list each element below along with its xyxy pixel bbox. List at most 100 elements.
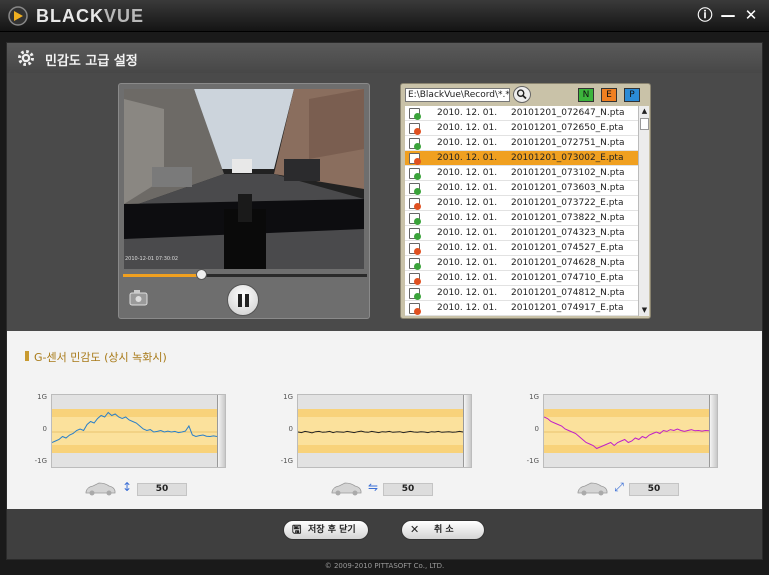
file-row[interactable]: 2010. 12. 01. 20101201_074812_N.pta xyxy=(405,286,638,301)
blackvue-logo-icon xyxy=(8,6,28,26)
gsensor-chart-horizontal: 1G 0 -1G xyxy=(273,393,473,469)
y-tick-label: 0 xyxy=(42,425,47,433)
filter-parking-button[interactable]: P xyxy=(624,88,640,102)
file-name: 20101201_074323_N.pta xyxy=(511,228,625,238)
filter-normal-button[interactable]: N xyxy=(578,88,594,102)
event-file-icon xyxy=(409,303,421,315)
file-date: 2010. 12. 01. xyxy=(437,303,498,313)
save-close-button[interactable]: 🖫 저장 후 닫기 xyxy=(283,520,369,540)
signal-svg xyxy=(544,416,717,450)
event-file-icon xyxy=(409,123,421,135)
sensitivity-control-vertical: ↕ 50 xyxy=(83,480,243,499)
file-browser: E:\BlackVue\Record\*.* N E P 2010. 12. 0… xyxy=(400,83,651,319)
video-player: 2010-12-01 07:30:02 xyxy=(118,83,370,319)
file-name: 20101201_072647_N.pta xyxy=(511,108,625,118)
file-name: 20101201_074812_N.pta xyxy=(511,288,625,298)
seek-bar[interactable] xyxy=(123,269,367,280)
normal-file-icon xyxy=(409,168,421,180)
file-row[interactable]: 2010. 12. 01. 20101201_073002_E.pta xyxy=(405,151,638,166)
action-bar: 🖫 저장 후 닫기 ✕ 취 소 xyxy=(7,509,762,559)
threshold-handle[interactable] xyxy=(709,395,717,467)
file-row[interactable]: 2010. 12. 01. 20101201_072650_E.pta xyxy=(405,121,638,136)
cancel-button[interactable]: ✕ 취 소 xyxy=(401,520,485,540)
file-list-scrollbar[interactable]: ▲ ▼ xyxy=(638,106,649,316)
y-tick-label: 0 xyxy=(288,425,293,433)
threshold-handle[interactable] xyxy=(217,395,225,467)
file-row[interactable]: 2010. 12. 01. 20101201_072751_N.pta xyxy=(405,136,638,151)
y-tick-label: 1G xyxy=(283,393,293,401)
file-name: 20101201_074917_E.pta xyxy=(511,303,624,313)
file-row[interactable]: 2010. 12. 01. 20101201_072647_N.pta xyxy=(405,106,638,121)
event-file-icon xyxy=(409,198,421,210)
car-icon xyxy=(577,482,608,496)
file-row[interactable]: 2010. 12. 01. 20101201_074917_E.pta xyxy=(405,301,638,316)
cancel-icon: ✕ xyxy=(410,523,420,536)
file-date: 2010. 12. 01. xyxy=(437,168,498,178)
gear-icon xyxy=(18,50,34,66)
y-tick-label: 1G xyxy=(529,393,539,401)
file-row[interactable]: 2010. 12. 01. 20101201_073822_N.pta xyxy=(405,211,638,226)
file-name: 20101201_073603_N.pta xyxy=(511,183,625,193)
file-name: 20101201_073722_E.pta xyxy=(511,198,624,208)
close-icon[interactable]: ✕ xyxy=(743,7,759,23)
file-row[interactable]: 2010. 12. 01. 20101201_074323_N.pta xyxy=(405,226,638,241)
sensitivity-value[interactable]: 50 xyxy=(629,483,679,496)
scroll-down-icon[interactable]: ▼ xyxy=(639,305,650,316)
gsensor-chart-vertical: 1G 0 -1G xyxy=(27,393,227,469)
file-row[interactable]: 2010. 12. 01. 20101201_073603_N.pta xyxy=(405,181,638,196)
search-icon[interactable] xyxy=(513,86,531,103)
file-row[interactable]: 2010. 12. 01. 20101201_074628_N.pta xyxy=(405,256,638,271)
file-name: 20101201_074527_E.pta xyxy=(511,243,624,253)
info-icon[interactable]: ⓘ xyxy=(697,7,713,23)
scroll-thumb[interactable] xyxy=(640,118,649,130)
section-header: 민감도 고급 설정 xyxy=(7,43,762,73)
file-row[interactable]: 2010. 12. 01. 20101201_074710_E.pta xyxy=(405,271,638,286)
signal-line xyxy=(52,411,218,443)
normal-file-icon xyxy=(409,183,421,195)
pause-button[interactable] xyxy=(227,284,259,316)
brand-logo-text: BLACKVUE xyxy=(36,6,145,26)
file-date: 2010. 12. 01. xyxy=(437,183,498,193)
y-tick-label: -1G xyxy=(34,457,47,465)
signal-svg xyxy=(52,411,225,443)
gsensor-section: G-센서 민감도 (상시 녹화시) 1G 0 -1G ↕ 50 1G 0 -1G ⇋ 50 1G 0 -… xyxy=(7,331,762,509)
snapshot-icon[interactable] xyxy=(129,289,149,307)
file-date: 2010. 12. 01. xyxy=(437,198,498,208)
chart-plot xyxy=(51,394,226,468)
video-frame[interactable] xyxy=(124,89,364,269)
threshold-handle[interactable] xyxy=(463,395,471,467)
y-tick-label: 1G xyxy=(37,393,47,401)
file-name: 20101201_074628_N.pta xyxy=(511,258,625,268)
file-row[interactable]: 2010. 12. 01. 20101201_073722_E.pta xyxy=(405,196,638,211)
title-bar: BLACKVUE ⓘ — ✕ xyxy=(0,0,769,32)
sensitivity-control-diagonal: ⤢ 50 xyxy=(575,480,735,499)
minimize-icon[interactable]: — xyxy=(720,7,736,23)
filter-event-button[interactable]: E xyxy=(601,88,617,102)
sensitivity-value[interactable]: 50 xyxy=(137,483,187,496)
axis-vertical-icon: ↕ xyxy=(121,480,133,494)
file-date: 2010. 12. 01. xyxy=(437,153,498,163)
y-tick-label: -1G xyxy=(526,457,539,465)
file-date: 2010. 12. 01. xyxy=(437,273,498,283)
file-date: 2010. 12. 01. xyxy=(437,123,498,133)
file-name: 20101201_073102_N.pta xyxy=(511,168,625,178)
file-row[interactable]: 2010. 12. 01. 20101201_073102_N.pta xyxy=(405,166,638,181)
event-file-icon xyxy=(409,243,421,255)
seek-handle[interactable] xyxy=(196,269,208,280)
file-row[interactable]: 2010. 12. 01. 20101201_074527_E.pta xyxy=(405,241,638,256)
path-input[interactable]: E:\BlackVue\Record\*.* xyxy=(405,88,510,102)
y-tick-label: 0 xyxy=(534,425,539,433)
file-date: 2010. 12. 01. xyxy=(437,213,498,223)
save-icon: 🖫 xyxy=(292,523,302,536)
sensitivity-value[interactable]: 50 xyxy=(383,483,433,496)
normal-file-icon xyxy=(409,213,421,225)
file-date: 2010. 12. 01. xyxy=(437,138,498,148)
file-name: 20101201_074710_E.pta xyxy=(511,273,624,283)
file-date: 2010. 12. 01. xyxy=(437,108,498,118)
axis-horizontal-icon: ⇋ xyxy=(367,480,379,494)
event-file-icon xyxy=(409,273,421,285)
file-name: 20101201_072650_E.pta xyxy=(511,123,624,133)
settings-dialog: 민감도 고급 설정 2010-12-01 07:30:02 E:\BlackVu… xyxy=(6,42,763,560)
event-file-icon xyxy=(409,153,421,165)
scroll-up-icon[interactable]: ▲ xyxy=(639,106,650,117)
